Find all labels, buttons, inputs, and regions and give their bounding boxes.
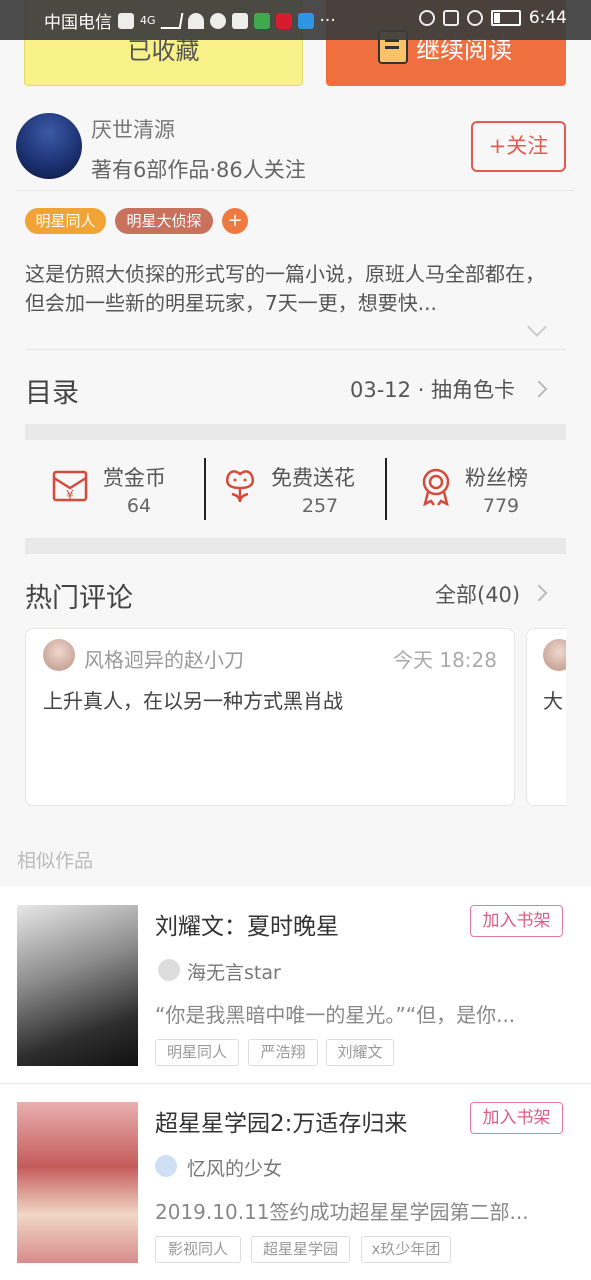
weibo-icon (275, 12, 292, 29)
chevron-right-icon (530, 584, 548, 602)
add-tag-button[interactable]: + (222, 208, 248, 234)
book-author[interactable]: 忆风的少女 (187, 1154, 282, 1181)
commenter-avatar[interactable] (43, 639, 75, 671)
qq-icon (231, 12, 248, 29)
book-tag[interactable]: 严浩翔 (248, 1039, 318, 1066)
send-flowers-value: 257 (301, 495, 339, 517)
comment-card[interactable]: 大 (526, 628, 566, 806)
chevron-right-icon (530, 380, 548, 398)
tag-mingxing-dazhentan[interactable]: 明星大侦探 (115, 208, 213, 234)
hd-icon (118, 12, 134, 29)
toc-title[interactable]: 目录 (25, 371, 79, 410)
book-description: 这是仿照大侦探的形式写的一篇小说，原班人马全部都在，但会加一些新的明星玩家，7天… (25, 262, 545, 315)
author-avatar-small (158, 959, 180, 981)
app-icon (209, 12, 226, 29)
book-description: 2019.10.11签约成功超星星学园第二部... (155, 1200, 529, 1224)
book-description: “你是我黑暗中唯一的星光。”“但，是你... (155, 1003, 516, 1027)
author-stats: 著有6部作品·86人关注 (91, 158, 306, 182)
speed-icon (466, 10, 483, 26)
send-flowers-stat[interactable] (220, 466, 260, 510)
author-avatar[interactable] (16, 113, 82, 179)
hot-comments-title: 热门评论 (25, 583, 133, 614)
reward-coins-value: 64 (126, 495, 152, 517)
medal-icon (422, 468, 450, 507)
divider (204, 458, 206, 520)
follow-button[interactable]: +关注 (471, 121, 566, 172)
divider (25, 349, 566, 350)
carrier-label: 中国电信 (44, 13, 112, 33)
clock-label: 6:44 (528, 8, 567, 28)
book-author[interactable]: 海无言star (187, 958, 281, 985)
book-tag[interactable]: 超星星学园 (251, 1236, 350, 1263)
add-to-shelf-button[interactable]: 加入书架 (470, 905, 563, 937)
battery-icon (490, 10, 521, 26)
fan-ranking-label: 粉丝榜 (465, 466, 528, 490)
divider (385, 458, 387, 520)
tag-mingxing-tongren[interactable]: 明星同人 (25, 208, 106, 234)
status-bar: 中国电信 4G ··· 6:44 (0, 0, 591, 40)
book-cover[interactable] (17, 1102, 138, 1263)
book-tag[interactable]: x玖少年团 (361, 1236, 451, 1263)
book-tag[interactable]: 影视同人 (155, 1236, 241, 1263)
wifi-icon (187, 12, 204, 29)
send-flowers-label: 免费送花 (271, 466, 355, 490)
youku-icon (297, 12, 314, 29)
network-label: 4G (140, 14, 156, 27)
fan-ranking-stat[interactable] (416, 466, 456, 510)
similar-works-label: 相似作品 (17, 850, 94, 872)
section-separator (25, 424, 566, 440)
book-tag[interactable]: 明星同人 (155, 1039, 239, 1066)
toc-latest-chapter[interactable]: 03-12 · 抽角色卡 (350, 374, 515, 404)
money-envelope-icon: ¥ (52, 470, 88, 502)
add-to-shelf-button[interactable]: 加入书架 (470, 1102, 563, 1134)
reward-coins-stat[interactable]: ¥ (50, 466, 90, 510)
book-title[interactable]: 刘耀文：夏时晚星 (155, 907, 339, 941)
section-separator (25, 538, 566, 554)
comment-text: 大 (543, 689, 563, 713)
more-notifications-icon: ··· (319, 10, 336, 31)
divider (0, 1083, 591, 1084)
flower-icon (226, 470, 254, 503)
alarm-icon (418, 10, 435, 26)
divider (16, 190, 574, 191)
book-tag[interactable]: 刘耀文 (326, 1039, 394, 1066)
commenter-avatar[interactable] (543, 639, 566, 671)
mute-icon (442, 10, 459, 26)
book-cover[interactable] (17, 905, 138, 1066)
signal-icon (160, 12, 183, 29)
comment-time: 今天 18:28 (393, 648, 497, 672)
expand-chevron-icon[interactable] (527, 317, 547, 337)
comment-card[interactable]: 风格迥异的赵小刀 今天 18:28 上升真人，在以另一种方式黑肖战 (25, 628, 515, 806)
svg-text:¥: ¥ (66, 488, 74, 502)
commenter-name[interactable]: 风格迥异的赵小刀 (84, 644, 244, 673)
video-icon (253, 12, 270, 29)
reward-coins-label: 赏金币 (103, 466, 166, 490)
fan-ranking-value: 779 (482, 495, 520, 517)
all-comments-link[interactable]: 全部(40) (435, 579, 520, 609)
book-title[interactable]: 超星星学园2:万适存归来 (155, 1104, 407, 1138)
comment-text: 上升真人，在以另一种方式黑肖战 (43, 689, 343, 713)
author-name[interactable]: 厌世清源 (91, 114, 175, 144)
author-avatar-small (155, 1155, 177, 1177)
